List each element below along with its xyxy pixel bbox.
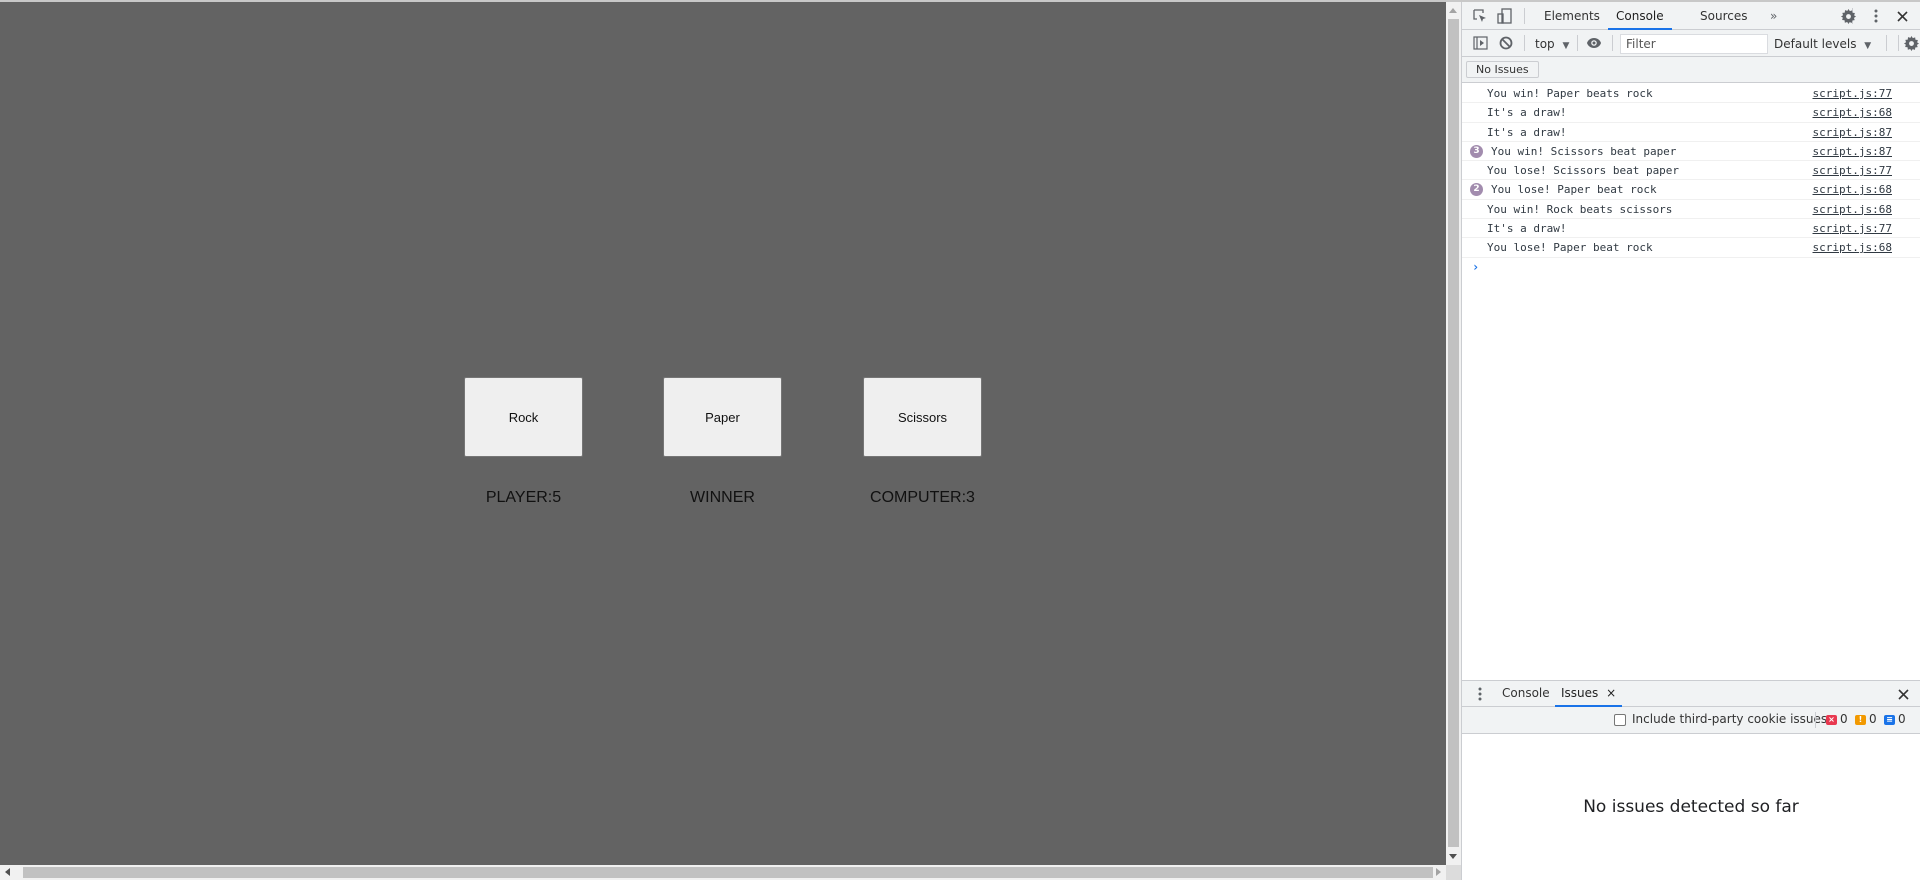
info-count: 0 bbox=[1898, 712, 1906, 726]
console-message-text: It's a draw! bbox=[1487, 125, 1567, 139]
source-link[interactable]: script.js:77 bbox=[1813, 87, 1892, 100]
console-message-text: You win! Scissors beat paper bbox=[1491, 144, 1677, 158]
horizontal-scroll-thumb[interactable] bbox=[23, 867, 1433, 878]
warning-count-icon: ! bbox=[1855, 715, 1866, 725]
console-message: It's a draw! script.js:68 bbox=[1462, 103, 1920, 123]
drawer-header: Console Issues × bbox=[1462, 680, 1920, 707]
source-link[interactable]: script.js:68 bbox=[1813, 183, 1892, 196]
drawer-tab-issues[interactable]: Issues × bbox=[1555, 681, 1623, 707]
console-message-text: You win! Rock beats scissors bbox=[1487, 202, 1673, 216]
show-sidebar-icon[interactable] bbox=[1472, 35, 1488, 51]
console-message: You lose! Paper beat rock script.js:68 bbox=[1462, 238, 1920, 258]
settings-gear-icon[interactable] bbox=[1840, 8, 1856, 24]
toolbar-divider bbox=[1898, 35, 1899, 51]
error-count-icon: × bbox=[1826, 715, 1837, 725]
context-select[interactable]: top ▼ bbox=[1535, 34, 1569, 54]
clear-console-icon[interactable] bbox=[1498, 35, 1514, 51]
console-message: You win! Rock beats scissors script.js:68 bbox=[1462, 200, 1920, 220]
issues-toolbar: Include third-party cookie issues × 0 ! … bbox=[1462, 707, 1920, 734]
source-link[interactable]: script.js:87 bbox=[1813, 145, 1892, 158]
repeat-count-badge: 3 bbox=[1470, 144, 1483, 158]
close-drawer-icon[interactable] bbox=[1895, 686, 1911, 702]
device-toolbar-icon[interactable] bbox=[1496, 8, 1512, 24]
toolbar-divider bbox=[1815, 712, 1816, 728]
source-link[interactable]: script.js:68 bbox=[1813, 241, 1892, 254]
devtools-tabbar: Elements Console Sources » bbox=[1462, 2, 1920, 30]
toolbar-divider bbox=[1524, 35, 1525, 51]
console-message: You lose! Scissors beat paper script.js:7… bbox=[1462, 161, 1920, 181]
console-message-text: It's a draw! bbox=[1487, 106, 1567, 120]
winner-label: WINNER bbox=[690, 489, 755, 506]
log-levels-select[interactable]: Default levels ▼ bbox=[1774, 34, 1871, 54]
tab-sources[interactable]: Sources bbox=[1692, 2, 1755, 30]
vertical-scroll-thumb[interactable] bbox=[1448, 19, 1459, 847]
issues-bar: No Issues bbox=[1462, 57, 1920, 83]
console-message: It's a draw! script.js:77 bbox=[1462, 219, 1920, 239]
console-message-text: You lose! Paper beat rock bbox=[1487, 241, 1653, 255]
repeat-count-badge: 2 bbox=[1470, 183, 1483, 197]
drawer-menu-icon[interactable] bbox=[1472, 686, 1488, 702]
source-link[interactable]: script.js:68 bbox=[1813, 106, 1892, 119]
console-message: It's a draw! script.js:87 bbox=[1462, 123, 1920, 142]
console-message-text: You win! Paper beats rock bbox=[1487, 87, 1653, 100]
live-expression-eye-icon[interactable] bbox=[1586, 35, 1602, 51]
context-select-value: top bbox=[1535, 37, 1555, 51]
console-message: 2 You lose! Paper beat rock script.js:68 bbox=[1462, 180, 1920, 200]
dropdown-arrow-icon: ▼ bbox=[1562, 41, 1570, 51]
paper-button[interactable]: Paper bbox=[663, 377, 782, 457]
close-tab-icon[interactable]: × bbox=[1606, 686, 1616, 700]
close-devtools-icon[interactable] bbox=[1894, 8, 1910, 24]
log-levels-value: Default levels bbox=[1774, 37, 1857, 51]
toolbar-divider bbox=[1612, 35, 1613, 51]
console-settings-gear-icon[interactable] bbox=[1903, 35, 1919, 51]
more-tabs-icon[interactable]: » bbox=[1762, 2, 1785, 30]
tab-elements[interactable]: Elements bbox=[1536, 2, 1608, 30]
toolbar-divider bbox=[1886, 35, 1887, 51]
source-link[interactable]: script.js:77 bbox=[1813, 164, 1892, 177]
player-score: PLAYER:5 bbox=[485, 489, 562, 506]
scroll-up-arrow-icon[interactable] bbox=[1449, 8, 1457, 13]
console-messages: You win! Paper beats rock script.js:77 It'… bbox=[1462, 84, 1920, 276]
console-prompt[interactable]: › bbox=[1462, 258, 1920, 276]
page-viewport: Rock Paper Scissors PLAYER:5 WINNER COMP… bbox=[0, 2, 1446, 865]
third-party-cookie-label: Include third-party cookie issues bbox=[1632, 712, 1828, 726]
console-message: You win! Paper beats rock script.js:77 bbox=[1462, 84, 1920, 104]
console-toolbar: top ▼ Default levels ▼ bbox=[1462, 30, 1920, 57]
warning-count: 0 bbox=[1869, 712, 1877, 726]
computer-score: COMPUTER:3 bbox=[870, 489, 975, 506]
console-message-text: You lose! Scissors beat paper bbox=[1487, 164, 1680, 178]
page-vertical-scrollbar[interactable] bbox=[1446, 2, 1461, 865]
scroll-down-arrow-icon[interactable] bbox=[1449, 854, 1457, 859]
scissors-button[interactable]: Scissors bbox=[863, 377, 982, 457]
console-message-text: It's a draw! bbox=[1487, 222, 1567, 236]
inspect-element-icon[interactable] bbox=[1472, 8, 1488, 24]
devtools-panel: Elements Console Sources » top ▼ Filter … bbox=[1461, 2, 1920, 880]
source-link[interactable]: script.js:77 bbox=[1813, 222, 1892, 235]
rock-button[interactable]: Rock bbox=[464, 377, 583, 457]
dropdown-arrow-icon: ▼ bbox=[1864, 41, 1872, 51]
console-filter-input[interactable] bbox=[1620, 34, 1768, 54]
more-options-icon[interactable] bbox=[1868, 8, 1884, 24]
toolbar-divider bbox=[1577, 35, 1578, 51]
info-count-icon: ≡ bbox=[1884, 715, 1895, 725]
console-message-text: You lose! Paper beat rock bbox=[1491, 183, 1657, 197]
no-issues-button[interactable]: No Issues bbox=[1466, 61, 1539, 78]
page-horizontal-scrollbar[interactable] bbox=[0, 865, 1446, 880]
drawer-tab-issues-label: Issues bbox=[1561, 686, 1599, 700]
scroll-left-arrow-icon[interactable] bbox=[5, 868, 10, 876]
issues-empty-message: No issues detected so far bbox=[1583, 797, 1799, 817]
source-link[interactable]: script.js:87 bbox=[1813, 126, 1892, 139]
tab-console[interactable]: Console bbox=[1608, 2, 1672, 30]
console-message: 3 You win! Scissors beat paper script.js:8… bbox=[1462, 142, 1920, 162]
scrollbar-corner bbox=[1446, 865, 1461, 880]
toolbar-divider bbox=[1524, 8, 1525, 24]
error-count: 0 bbox=[1840, 712, 1848, 726]
third-party-cookie-checkbox[interactable] bbox=[1614, 714, 1626, 726]
scroll-right-arrow-icon[interactable] bbox=[1436, 868, 1441, 876]
source-link[interactable]: script.js:68 bbox=[1813, 203, 1892, 216]
drawer-tab-console[interactable]: Console bbox=[1496, 681, 1556, 707]
